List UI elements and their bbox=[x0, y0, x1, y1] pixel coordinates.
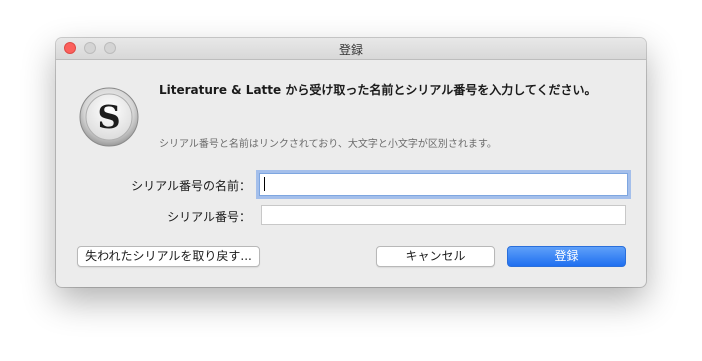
register-button[interactable]: 登録 bbox=[507, 246, 626, 267]
serial-name-label: シリアル番号の名前： bbox=[131, 179, 251, 193]
window-title: 登録 bbox=[338, 43, 363, 57]
title-bar[interactable]: 登録 bbox=[56, 38, 646, 60]
registration-dialog: 登録 S Literature & Latte から受け取った名前とシリアル番号… bbox=[56, 38, 646, 287]
screen: 登録 S Literature & Latte から受け取った名前とシリアル番号… bbox=[0, 0, 702, 361]
recover-serial-button[interactable]: 失われたシリアルを取り戻す... bbox=[77, 246, 260, 267]
dialog-subtext: シリアル番号と名前はリンクされており、大文字と小文字が区別されます。 bbox=[159, 139, 497, 150]
text-caret bbox=[264, 177, 265, 191]
dialog-headline: Literature & Latte から受け取った名前とシリアル番号を入力して… bbox=[159, 83, 597, 97]
serial-name-input[interactable] bbox=[259, 173, 628, 196]
scrivener-icon: S bbox=[79, 87, 139, 147]
scrivener-logo-glyph: S bbox=[97, 98, 120, 136]
cancel-button[interactable]: キャンセル bbox=[376, 246, 495, 267]
serial-number-label: シリアル番号： bbox=[167, 210, 251, 224]
serial-number-input[interactable] bbox=[261, 205, 626, 225]
